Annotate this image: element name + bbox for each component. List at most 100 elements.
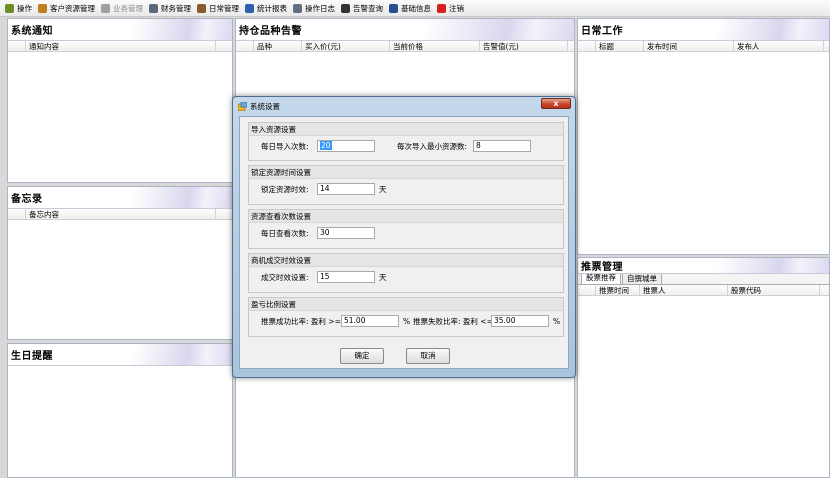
fail-ratio-row: 推票失败比率: 盈利 <= 35.00 % <box>413 315 560 327</box>
success-ratio-label: 推票成功比率: 盈利 >= <box>261 316 341 326</box>
panel-title: 持仓品种告警 <box>239 26 302 37</box>
deal-input[interactable]: 15 <box>317 271 375 283</box>
toolbar-item-label: 操作 <box>17 3 32 13</box>
group-title: 资源查看次数设置 <box>249 210 563 223</box>
fail-ratio-unit: % <box>553 316 561 326</box>
success-ratio-row: 推票成功比率: 盈利 >= 51.00 % <box>261 315 410 327</box>
tools-icon <box>5 3 14 13</box>
column-header-current-price[interactable]: 当前价格 <box>390 41 480 51</box>
view-row: 每日查看次数: 30 <box>261 227 375 239</box>
column-header-notice-content[interactable]: 通知内容 <box>26 41 216 51</box>
column-header-recommend-time[interactable]: 推票时间 <box>596 285 640 295</box>
cancel-button[interactable]: 取消 <box>406 348 450 364</box>
lock-row: 锁定资源时效: 14 天 <box>261 183 387 195</box>
dialog-title: 系统设置 <box>250 101 280 111</box>
memo-header: 备忘录 <box>8 187 232 209</box>
ok-button[interactable]: 确定 <box>340 348 384 364</box>
view-label: 每日查看次数: <box>261 228 309 238</box>
toolbar-item-3[interactable]: 财务管理 <box>147 1 195 16</box>
toolbar-item-label: 告警查询 <box>353 3 383 13</box>
group-title: 盈亏比例设置 <box>249 298 563 311</box>
gear-icon <box>101 3 110 13</box>
group-title: 商机成交时效设置 <box>249 254 563 267</box>
birthday-header: 生日提醒 <box>8 344 232 366</box>
system-settings-dialog: 系统设置 x 导入资源设置 每日导入次数: 20 每次导入最小资源数: 8 锁定… <box>232 96 576 378</box>
toolbar-item-6[interactable]: 操作日志 <box>291 1 339 16</box>
min-import-label: 每次导入最小资源数: <box>397 141 468 151</box>
close-button[interactable]: x <box>541 98 571 109</box>
group-title: 导入资源设置 <box>249 123 563 136</box>
column-header-stock-code[interactable]: 股票代码 <box>728 285 820 295</box>
holding-grid-header: 品种 买入价(元) 当前价格 告警值(元) <box>236 41 574 52</box>
toolbar-item-2: 业务管理 <box>99 1 147 16</box>
settings-app-icon <box>238 101 247 111</box>
main-toolbar: 操作 客户资源管理 业务管理 财务管理 日常管理 统计报表 操作日志 告警查询 基础信息 注销 <box>0 0 830 17</box>
group-title: 锁定资源时间设置 <box>249 166 563 179</box>
tab-self-order[interactable]: 自撰城单 <box>622 273 662 284</box>
printer-icon <box>149 3 158 13</box>
system-notice-panel: 系统通知 通知内容 <box>7 18 233 183</box>
dialog-titlebar[interactable]: 系统设置 x <box>233 97 575 115</box>
toolbar-item-4[interactable]: 日常管理 <box>195 1 243 16</box>
daily-import-row: 每日导入次数: 20 <box>261 140 375 152</box>
toolbar-item-8[interactable]: 基础信息 <box>387 1 435 16</box>
system-notice-header: 系统通知 <box>8 19 232 41</box>
recommend-panel: 推票管理 股票推荐 自撰城单 推票时间 推票人 股票代码 <box>577 257 830 478</box>
bar-chart-icon <box>245 3 254 13</box>
lock-label: 锁定资源时效: <box>261 184 309 194</box>
column-header-recommender[interactable]: 推票人 <box>640 285 728 295</box>
memo-grid-header: 备忘内容 <box>8 209 232 220</box>
logout-icon <box>437 3 446 13</box>
daily-work-header: 日常工作 <box>578 19 829 41</box>
success-ratio-input[interactable]: 51.00 <box>341 315 399 327</box>
notebook-icon <box>197 3 206 13</box>
fail-ratio-label: 推票失败比率: 盈利 <= <box>413 316 493 326</box>
toolbar-item-label: 注销 <box>449 3 464 13</box>
toolbar-item-5[interactable]: 统计报表 <box>243 1 291 16</box>
recommend-tabs: 股票推荐 自撰城单 <box>578 272 829 285</box>
column-header-variety[interactable]: 品种 <box>254 41 302 51</box>
toolbar-item-label: 日常管理 <box>209 3 239 13</box>
notice-grid-header: 通知内容 <box>8 41 232 52</box>
daily-import-label: 每日导入次数: <box>261 141 309 151</box>
toolbar-item-7[interactable]: 告警查询 <box>339 1 387 16</box>
column-header-publish-time[interactable]: 发布时间 <box>644 41 734 51</box>
toolbar-item-1[interactable]: 客户资源管理 <box>36 1 99 16</box>
toolbar-item-9[interactable]: 注销 <box>435 1 468 16</box>
success-ratio-unit: % <box>403 316 411 326</box>
column-header-alert-value[interactable]: 告警值(元) <box>480 41 568 51</box>
holding-alert-header: 持仓品种告警 <box>236 19 574 41</box>
toolbar-item-label: 操作日志 <box>305 3 335 13</box>
daily-import-input[interactable]: 20 <box>317 140 375 152</box>
panel-title: 日常工作 <box>581 26 623 37</box>
deal-label: 成交时效设置: <box>261 272 309 282</box>
panel-title: 系统通知 <box>11 26 53 37</box>
view-input[interactable]: 30 <box>317 227 375 239</box>
toolbar-item-label: 业务管理 <box>113 3 143 13</box>
deal-unit: 天 <box>379 272 387 282</box>
fail-ratio-input[interactable]: 35.00 <box>491 315 549 327</box>
min-import-input[interactable]: 8 <box>473 140 531 152</box>
column-header-title[interactable]: 标题 <box>596 41 644 51</box>
min-import-row: 每次导入最小资源数: 8 <box>397 140 531 152</box>
column-header-buy-price[interactable]: 买入价(元) <box>302 41 390 51</box>
person-icon <box>389 3 398 13</box>
recommend-header: 推票管理 <box>578 258 829 274</box>
binoculars-icon <box>341 3 350 13</box>
lock-input[interactable]: 14 <box>317 183 375 195</box>
column-header-memo-content[interactable]: 备忘内容 <box>26 209 216 219</box>
dialog-body: 导入资源设置 每日导入次数: 20 每次导入最小资源数: 8 锁定资源时间设置 … <box>239 116 569 369</box>
toolbar-item-0[interactable]: 操作 <box>3 1 36 16</box>
deal-row: 成交时效设置: 15 天 <box>261 271 387 283</box>
toolbar-item-label: 基础信息 <box>401 3 431 13</box>
daily-grid-header: 标题 发布时间 发布人 <box>578 41 829 52</box>
daily-work-panel: 日常工作 标题 发布时间 发布人 <box>577 18 830 255</box>
users-icon <box>38 3 47 13</box>
toolbar-item-label: 客户资源管理 <box>50 3 95 13</box>
birthday-panel: 生日提醒 <box>7 343 233 478</box>
log-icon <box>293 3 302 13</box>
panel-title: 备忘录 <box>11 194 43 205</box>
toolbar-item-label: 统计报表 <box>257 3 287 13</box>
recommend-grid-header: 推票时间 推票人 股票代码 <box>578 285 829 296</box>
column-header-publisher[interactable]: 发布人 <box>734 41 824 51</box>
